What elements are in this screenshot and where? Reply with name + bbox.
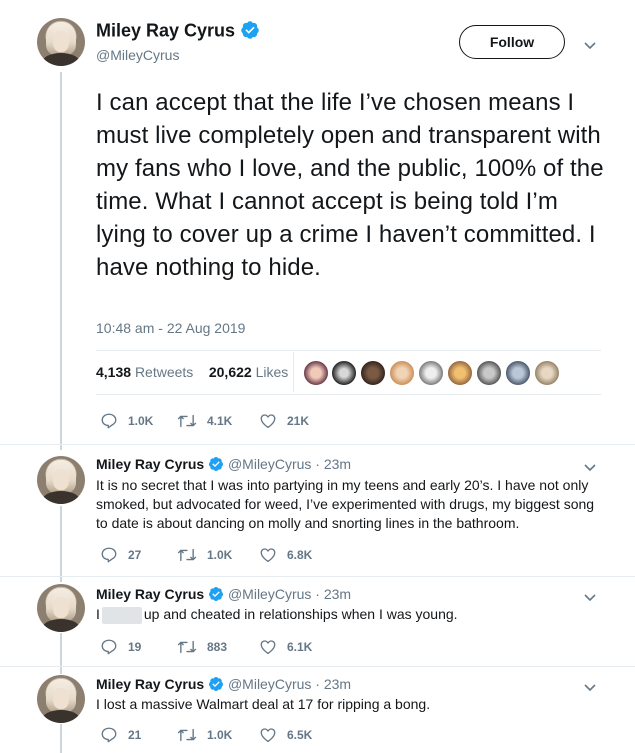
reply-author-handle[interactable]: @MileyCyrus · 23m bbox=[228, 586, 351, 602]
liker-avatar[interactable] bbox=[447, 360, 473, 386]
retweet-icon bbox=[177, 640, 197, 654]
reply-text: It is no secret that I was into partying… bbox=[96, 477, 595, 531]
liker-avatar[interactable] bbox=[505, 360, 531, 386]
liker-avatar[interactable] bbox=[389, 360, 415, 386]
reply-author-name[interactable]: Miley Ray Cyrus bbox=[96, 586, 204, 602]
reply-author-handle[interactable]: @MileyCyrus · 23m bbox=[228, 456, 351, 472]
liker-avatar[interactable] bbox=[476, 360, 502, 386]
reply-header: Miley Ray Cyrus @MileyCyrus · 23m bbox=[96, 456, 351, 472]
divider bbox=[96, 394, 601, 395]
liker-avatar[interactable] bbox=[418, 360, 444, 386]
reply-icon bbox=[101, 727, 117, 743]
reply-count: 1.0K bbox=[128, 414, 154, 428]
reply-author-name[interactable]: Miley Ray Cyrus bbox=[96, 456, 204, 472]
verified-badge-icon bbox=[209, 587, 224, 601]
likes-label[interactable]: Likes bbox=[256, 364, 289, 380]
follow-button[interactable]: Follow bbox=[459, 25, 565, 59]
author-name-row[interactable]: Miley Ray Cyrus bbox=[96, 20, 260, 45]
divider bbox=[0, 576, 635, 577]
heart-icon bbox=[260, 640, 276, 655]
retweet-action[interactable]: 4.1K bbox=[177, 412, 232, 430]
reply-count: 19 bbox=[128, 640, 142, 654]
verified-badge-icon bbox=[209, 457, 224, 471]
reply-action[interactable]: 21 bbox=[100, 726, 141, 744]
likes-count[interactable]: 20,622 bbox=[209, 364, 252, 380]
author-handle[interactable]: @MileyCyrus bbox=[96, 47, 179, 63]
thread-line bbox=[60, 633, 62, 674]
heart-icon bbox=[260, 728, 276, 743]
chevron-down-icon[interactable] bbox=[582, 589, 598, 605]
reply-count: 21 bbox=[128, 728, 142, 742]
liker-avatar[interactable] bbox=[331, 360, 357, 386]
retweet-action[interactable]: 1.0K bbox=[177, 546, 232, 564]
reply-text-before: I bbox=[96, 606, 100, 622]
liker-avatar[interactable] bbox=[534, 360, 560, 386]
redaction-block bbox=[101, 606, 142, 624]
like-action[interactable]: 6.8K bbox=[259, 546, 312, 564]
retweets-label[interactable]: Retweets bbox=[135, 364, 193, 380]
retweet-count: 883 bbox=[207, 640, 228, 654]
tweet-text: I can accept that the life I’ve chosen m… bbox=[96, 89, 604, 281]
thread-line bbox=[60, 724, 62, 753]
thread-line bbox=[60, 506, 62, 582]
thread-line bbox=[60, 72, 62, 450]
reply-icon bbox=[101, 413, 117, 429]
chevron-down-icon[interactable] bbox=[582, 459, 598, 475]
retweet-count: 4.1K bbox=[207, 414, 233, 428]
like-count: 6.5K bbox=[287, 728, 313, 742]
chevron-down-icon[interactable] bbox=[582, 679, 598, 695]
retweet-count: 1.0K bbox=[207, 548, 233, 562]
stats-separator bbox=[293, 352, 294, 392]
author-avatar[interactable] bbox=[37, 584, 85, 632]
retweet-icon bbox=[177, 728, 197, 742]
reply-count: 27 bbox=[128, 548, 142, 562]
reply-action[interactable]: 27 bbox=[100, 546, 141, 564]
like-count: 6.1K bbox=[287, 640, 313, 654]
reply-text: Iup and cheated in relationships when I … bbox=[96, 605, 606, 624]
like-action[interactable]: 6.5K bbox=[259, 726, 312, 744]
reply-author-name[interactable]: Miley Ray Cyrus bbox=[96, 676, 204, 692]
reply-action[interactable]: 19 bbox=[100, 638, 141, 656]
retweet-action[interactable]: 1.0K bbox=[177, 726, 232, 744]
liker-avatar[interactable] bbox=[360, 360, 386, 386]
chevron-down-icon[interactable] bbox=[582, 37, 598, 53]
heart-icon bbox=[260, 414, 276, 429]
author-name[interactable]: Miley Ray Cyrus bbox=[96, 21, 235, 41]
tweet-stats: 4,138 Retweets 20,622 Likes bbox=[96, 364, 288, 380]
reply-icon bbox=[101, 547, 117, 563]
retweets-count[interactable]: 4,138 bbox=[96, 364, 131, 380]
reply-text-after: up and cheated in relationships when I w… bbox=[143, 606, 458, 622]
author-avatar[interactable] bbox=[37, 18, 85, 66]
tweet-timestamp[interactable]: 10:48 am - 22 Aug 2019 bbox=[96, 320, 245, 336]
liker-avatar[interactable] bbox=[303, 360, 329, 386]
retweet-action[interactable]: 883 bbox=[177, 638, 227, 656]
verified-badge-icon bbox=[240, 20, 260, 45]
retweet-count: 1.0K bbox=[207, 728, 233, 742]
divider bbox=[0, 666, 635, 667]
like-action[interactable]: 21K bbox=[259, 412, 309, 430]
author-avatar[interactable] bbox=[37, 456, 85, 504]
divider bbox=[0, 444, 635, 445]
author-avatar[interactable] bbox=[37, 675, 85, 723]
reply-header: Miley Ray Cyrus @MileyCyrus · 23m bbox=[96, 676, 351, 692]
reply-text: I lost a massive Walmart deal at 17 for … bbox=[96, 696, 431, 712]
reply-icon bbox=[101, 639, 117, 655]
retweet-icon bbox=[177, 548, 197, 562]
reply-header: Miley Ray Cyrus @MileyCyrus · 23m bbox=[96, 586, 351, 602]
like-count: 21K bbox=[287, 414, 310, 428]
reply-author-handle[interactable]: @MileyCyrus · 23m bbox=[228, 676, 351, 692]
verified-badge-icon bbox=[209, 677, 224, 691]
reply-action[interactable]: 1.0K bbox=[100, 412, 153, 430]
like-count: 6.8K bbox=[287, 548, 313, 562]
divider bbox=[96, 350, 601, 351]
like-action[interactable]: 6.1K bbox=[259, 638, 312, 656]
heart-icon bbox=[260, 548, 276, 563]
retweet-icon bbox=[177, 414, 197, 428]
